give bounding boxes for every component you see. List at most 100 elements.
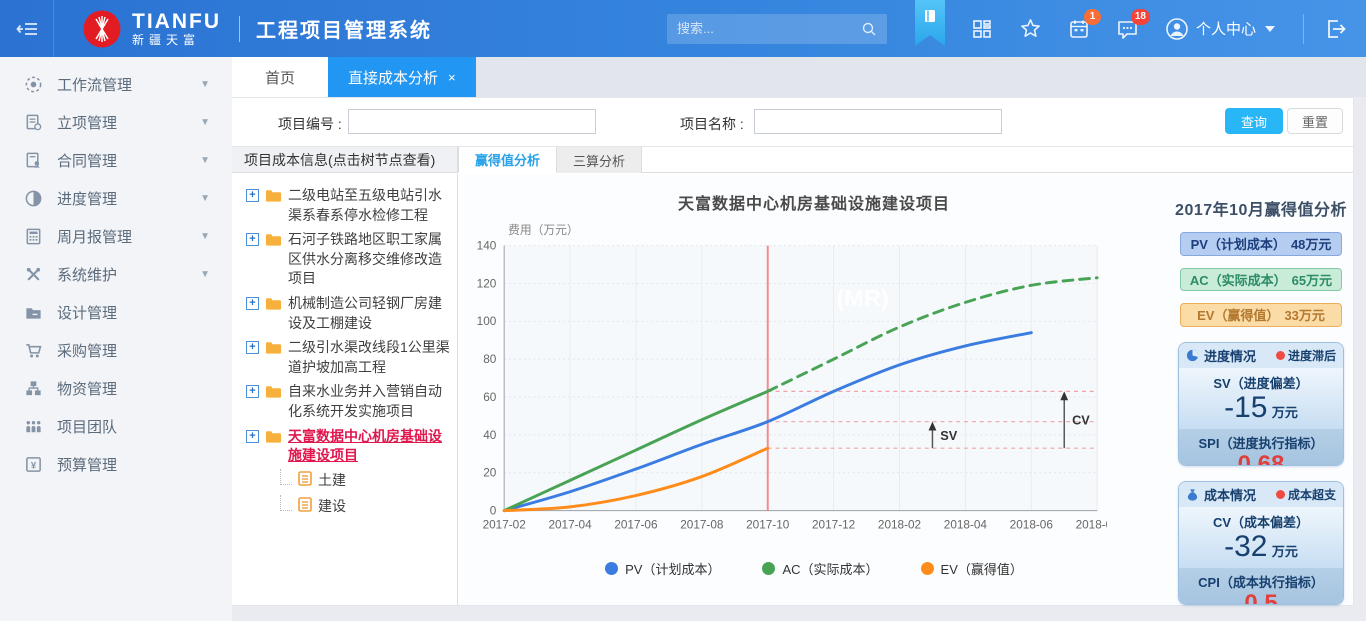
reset-button[interactable]: 重置 — [1287, 108, 1343, 134]
sidebar-item-progress[interactable]: 进度管理▼ — [0, 179, 232, 217]
progress-icon — [24, 189, 43, 208]
expand-plus-icon[interactable]: + — [246, 341, 259, 354]
svg-text:2017-10: 2017-10 — [746, 518, 790, 531]
tree-item-label[interactable]: 天富数据中心机房基础设施建设项目 — [288, 427, 451, 466]
cv-value: -32 — [1224, 530, 1267, 563]
sidebar-item-label: 合同管理 — [57, 150, 186, 171]
tree-item-label[interactable]: 机械制造公司轻钢厂房建设及工棚建设 — [288, 294, 451, 333]
sidebar-item-design[interactable]: 设计管理 — [0, 293, 232, 331]
sidebar-item-materials[interactable]: 物资管理 — [0, 369, 232, 407]
sidebar-item-contract[interactable]: 合同管理 ▼ — [0, 141, 232, 179]
sidebar-item-label: 物资管理 — [57, 378, 232, 399]
folder-icon — [265, 188, 282, 208]
calendar-button[interactable]: 1 — [1068, 18, 1090, 40]
search-icon[interactable] — [861, 21, 877, 37]
svg-text:40: 40 — [483, 429, 497, 442]
ev-value-pill: EV（赢得值） 33万元 — [1180, 303, 1342, 327]
chevron-down-icon: ▼ — [200, 79, 210, 90]
expand-plus-icon[interactable]: + — [246, 233, 259, 246]
tree-item-label[interactable]: 自来水业务并入营销自动化系统开发实施项目 — [288, 382, 451, 421]
favorites-button[interactable] — [1019, 17, 1042, 40]
expand-plus-icon[interactable]: + — [246, 297, 259, 310]
expand-plus-icon[interactable]: + — [246, 430, 259, 443]
tree-item-label[interactable]: 二级引水渠改线段1公里渠道护坡加高工程 — [288, 338, 451, 377]
svg-text:140: 140 — [477, 239, 497, 252]
close-icon[interactable]: × — [448, 70, 456, 85]
logout-button[interactable] — [1324, 18, 1348, 40]
status-dot-icon — [1276, 351, 1285, 360]
user-avatar-icon — [1165, 17, 1189, 41]
top-header-bar: TIANFU 新疆天富 工程项目管理系统 — [0, 0, 1366, 57]
tianfu-logo-icon — [82, 9, 122, 49]
svg-text:2018-04: 2018-04 — [944, 518, 988, 531]
chevron-down-icon: ▼ — [200, 155, 210, 166]
spi-label: SPI（进度执行指标） — [1179, 433, 1343, 452]
user-menu[interactable]: 个人中心 — [1165, 17, 1275, 41]
subtab-three-estimate-analysis[interactable]: 三算分析 — [557, 147, 642, 173]
sidebar-item-system-maintenance[interactable]: 系统维护▼ — [0, 255, 232, 293]
money-bag-icon — [1186, 488, 1199, 501]
workflow-icon — [24, 75, 43, 94]
messages-button[interactable]: 18 — [1116, 18, 1139, 40]
sidebar-item-budget[interactable]: ¥预算管理 — [0, 445, 232, 483]
query-button[interactable]: 查询 — [1225, 108, 1283, 134]
global-search — [667, 14, 887, 44]
sv-unit: 万元 — [1272, 405, 1298, 420]
sidebar-collapse-button[interactable] — [0, 0, 54, 57]
legend-dot-icon — [605, 562, 618, 575]
tree-child-item[interactable]: 建设 — [280, 497, 451, 517]
sidebar-item-project-team[interactable]: 项目团队 — [0, 407, 232, 445]
apps-grid-button[interactable] — [971, 18, 993, 40]
project-no-input[interactable] — [348, 109, 596, 134]
subtab-earned-value-analysis[interactable]: 赢得值分析 — [458, 147, 557, 173]
tree-item-label[interactable]: 二级电站至五级电站引水渠系春系停水检修工程 — [288, 186, 451, 225]
procurement-icon — [24, 341, 43, 360]
system-maintenance-icon — [24, 265, 43, 284]
sidebar-nav: 工作流管理 ▼ 立项管理▼ 合同管理 ▼ 进度管理▼周月报管理▼系统维护▼ 设计管理采购管理… — [0, 57, 232, 621]
legend-item[interactable]: EV（赢得值） — [921, 559, 1023, 578]
svg-text:2018-08: 2018-08 — [1076, 518, 1107, 531]
search-input[interactable] — [677, 21, 861, 36]
document-icon — [298, 471, 312, 491]
tree-child-label[interactable]: 建设 — [318, 497, 346, 517]
tab-home[interactable]: 首页 — [232, 57, 328, 97]
tree-item[interactable]: + 自来水业务并入营销自动化系统开发实施项目 — [246, 382, 451, 421]
contract-icon — [24, 151, 43, 170]
sv-value: -15 — [1224, 391, 1267, 424]
apps-grid-icon — [971, 18, 993, 40]
chart-area: 天富数据中心机房基础设施建设项目 0204060801001201402017-… — [459, 174, 1169, 605]
sidebar-item-label: 项目团队 — [57, 416, 232, 437]
tab-direct-cost-analysis[interactable]: 直接成本分析 × — [328, 57, 476, 97]
folder-icon — [265, 340, 282, 360]
brand-name-en: TIANFU — [132, 10, 221, 33]
title-divider — [239, 16, 240, 42]
tree-item[interactable]: + 天富数据中心机房基础设施建设项目 — [246, 427, 451, 466]
tree-item[interactable]: + 二级引水渠改线段1公里渠道护坡加高工程 — [246, 338, 451, 377]
user-menu-label: 个人中心 — [1196, 18, 1256, 39]
legend-item[interactable]: AC（实际成本） — [762, 559, 878, 578]
analysis-subtabs: 赢得值分析 三算分析 — [458, 146, 1353, 173]
tree-item-label[interactable]: 石河子铁路地区职工家属区供水分离移交维修改造项目 — [288, 230, 451, 289]
sidebar-item-project-initiation[interactable]: 立项管理▼ — [0, 103, 232, 141]
sidebar-item-label: 设计管理 — [57, 302, 232, 323]
tree-item[interactable]: + 石河子铁路地区职工家属区供水分离移交维修改造项目 — [246, 230, 451, 289]
legend-item[interactable]: PV（计划成本） — [605, 559, 720, 578]
sidebar-item-workflow[interactable]: 工作流管理 ▼ — [0, 65, 232, 103]
main-content-panel: 项目编号 : 项目名称 : 查询 重置 项目成本信息(点击树节点查看) 赢得值分… — [232, 97, 1354, 606]
tree-item[interactable]: + 机械制造公司轻钢厂房建设及工棚建设 — [246, 294, 451, 333]
legend-label: EV（赢得值） — [941, 559, 1023, 578]
chart-title: 天富数据中心机房基础设施建设项目 — [459, 190, 1169, 214]
expand-plus-icon[interactable]: + — [246, 385, 259, 398]
sidebar-item-label: 预算管理 — [57, 454, 232, 475]
sidebar-item-label: 工作流管理 — [57, 74, 186, 95]
sidebar-item-weekly-monthly-report[interactable]: 周月报管理▼ — [0, 217, 232, 255]
sidebar-item-procurement[interactable]: 采购管理 — [0, 331, 232, 369]
tree-child-item[interactable]: 土建 — [280, 471, 451, 491]
page-tabstrip: 首页 直接成本分析 × — [232, 57, 1366, 97]
bookmark-ribbon-button[interactable] — [915, 0, 945, 46]
expand-plus-icon[interactable]: + — [246, 189, 259, 202]
tree-child-label[interactable]: 土建 — [318, 471, 346, 491]
tree-item[interactable]: + 二级电站至五级电站引水渠系春系停水检修工程 — [246, 186, 451, 225]
project-name-input[interactable] — [754, 109, 1002, 134]
svg-text:费用（万元）: 费用（万元） — [508, 223, 579, 237]
